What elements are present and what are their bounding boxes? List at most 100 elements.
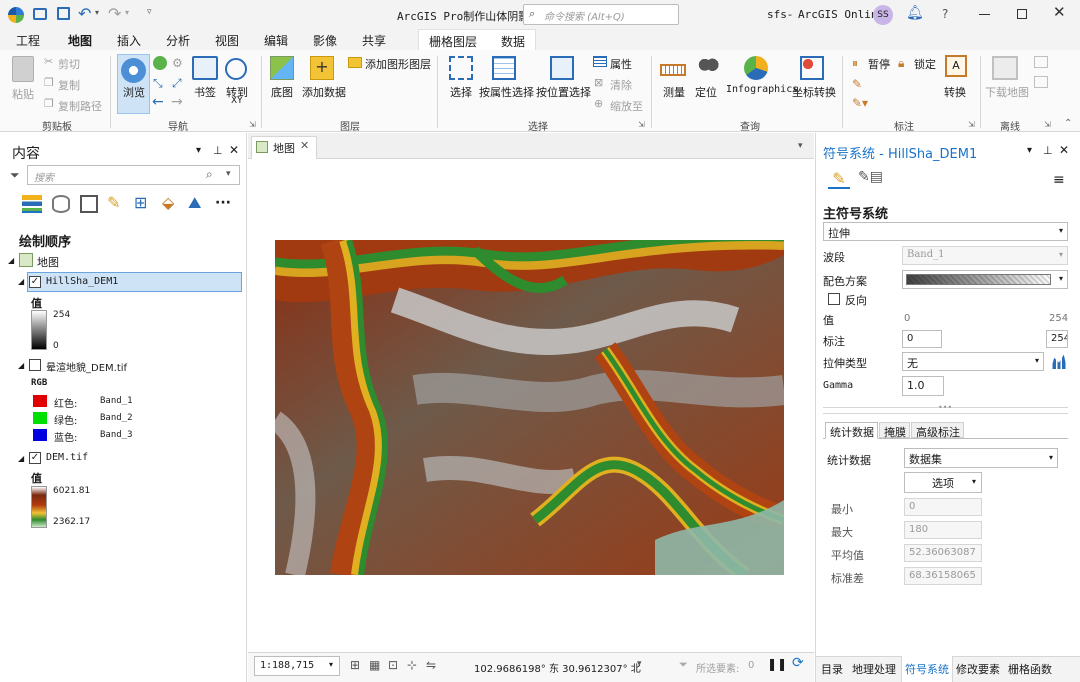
band-dropdown[interactable]: Band_1 ▾ xyxy=(902,246,1068,265)
invert-checkbox[interactable] xyxy=(828,293,840,305)
attributes-button[interactable]: 属性 xyxy=(610,56,632,72)
list-by-source-icon[interactable] xyxy=(52,195,70,213)
forward-icon[interactable]: → xyxy=(171,94,183,110)
clear-selection-button[interactable]: 清除 xyxy=(610,77,632,93)
grid-icon[interactable]: ⊞ xyxy=(350,658,360,672)
vary-symbology-tab-icon[interactable]: ✎▤ xyxy=(858,169,883,189)
pause-drawing-icon[interactable]: ❚❚ xyxy=(767,657,787,671)
navigator-icon[interactable]: ⇋ xyxy=(426,658,436,672)
measure-button[interactable]: 测量 xyxy=(663,84,685,100)
fixed-zoom-in-icon[interactable]: ⤡ xyxy=(153,76,163,91)
sync-icon[interactable] xyxy=(1034,56,1048,68)
label-options-icon[interactable]: ✎▾ xyxy=(852,96,868,110)
pin-icon[interactable]: ⊥ xyxy=(213,144,223,157)
download-map-button[interactable]: 下载地图 xyxy=(985,84,1029,100)
list-by-perspective-icon[interactable]: ⛰ xyxy=(188,193,201,213)
tab-edit[interactable]: 编辑 xyxy=(264,32,288,49)
user-avatar[interactable]: SS xyxy=(873,5,893,25)
app-icon[interactable] xyxy=(8,7,24,23)
back-icon[interactable]: ← xyxy=(152,94,164,110)
close-window-button[interactable]: ✕ xyxy=(1053,3,1066,21)
tab-insert[interactable]: 插入 xyxy=(117,32,141,49)
dialog-launcher-icon[interactable]: ⇲ xyxy=(638,120,645,129)
copy-path-button[interactable]: 复制路径 xyxy=(58,98,102,114)
pane-menu-icon[interactable]: ▾ xyxy=(196,145,201,156)
layer-visibility-checkbox[interactable]: ✓ xyxy=(29,452,41,464)
redo-dropdown-icon[interactable]: ▾ xyxy=(125,8,129,17)
layer-visibility-checkbox[interactable]: ✓ xyxy=(29,276,41,288)
bottom-tab-catalog[interactable]: 目录 xyxy=(821,661,843,677)
layer-name[interactable]: HillSha_DEM1 xyxy=(46,276,118,287)
select-by-location-button[interactable]: 按位置选择 xyxy=(536,84,591,100)
list-by-labeling-icon[interactable]: ⬙ xyxy=(162,193,174,212)
collapse-ribbon-icon[interactable]: ⌃ xyxy=(1064,118,1072,129)
dialog-launcher-icon[interactable]: ⇲ xyxy=(249,120,256,129)
coordinate-format-dropdown[interactable]: ▾ xyxy=(637,659,642,669)
notification-bell-icon[interactable]: 🔔︎ xyxy=(906,5,924,21)
list-by-selection-icon[interactable] xyxy=(80,195,98,213)
bottom-tab-raster-functions[interactable]: 栅格函数 xyxy=(1008,661,1052,677)
bottom-tab-symbology[interactable]: 符号系统 xyxy=(901,656,953,682)
zoom-to-selection-button[interactable]: 缩放至 xyxy=(610,98,643,114)
bookmarks-button[interactable]: 书签 xyxy=(194,84,216,100)
renderer-dropdown[interactable]: 拉伸 ▾ xyxy=(823,222,1068,241)
coordinate-conversion-button[interactable]: 坐标转换 xyxy=(792,84,836,100)
layer-name[interactable]: 晕渲地貌_DEM.tif xyxy=(46,359,127,374)
dialog-launcher-icon[interactable]: ⇲ xyxy=(968,120,975,129)
close-pane-icon[interactable]: ✕ xyxy=(1059,143,1069,157)
full-extent-icon[interactable] xyxy=(153,56,167,70)
help-button[interactable]: ? xyxy=(942,7,948,21)
tab-view[interactable]: 视图 xyxy=(215,32,239,49)
pin-icon[interactable]: ⊥ xyxy=(1043,144,1053,157)
save-icon[interactable] xyxy=(57,7,70,20)
tab-imagery[interactable]: 影像 xyxy=(313,32,337,49)
filter-icon[interactable]: ⏷ xyxy=(679,658,688,672)
expand-icon[interactable]: ◢ xyxy=(8,256,14,265)
more-options-icon[interactable]: ··· xyxy=(215,195,231,211)
portal-name[interactable]: ArcGIS Online xyxy=(798,8,884,21)
add-data-button[interactable]: 添加数据 xyxy=(302,84,346,100)
scale-selector[interactable]: 1:188,715 ▾ xyxy=(254,656,340,676)
chevron-down-icon[interactable]: ▾ xyxy=(226,169,231,179)
convert-labels-button[interactable]: 转换 xyxy=(944,84,966,100)
constraints-icon[interactable]: ⊹ xyxy=(407,658,417,672)
minimize-button[interactable] xyxy=(979,14,990,15)
statistics-dropdown[interactable]: 数据集 ▾ xyxy=(904,448,1058,468)
tab-map[interactable]: 地图 xyxy=(68,32,93,52)
options-button[interactable]: 选项 ▾ xyxy=(904,472,982,493)
select-button[interactable]: 选择 xyxy=(450,84,472,100)
expand-icon[interactable]: ◢ xyxy=(18,454,24,463)
expand-icon[interactable]: ◢ xyxy=(18,361,24,370)
copy-button[interactable]: 复制 xyxy=(58,77,80,93)
expand-icon[interactable]: ◢ xyxy=(18,277,24,286)
tab-list-chevron-icon[interactable]: ▾ xyxy=(798,141,803,151)
tab-data[interactable]: 数据 xyxy=(501,33,525,50)
close-tab-icon[interactable]: ✕ xyxy=(300,139,309,152)
layer-visibility-checkbox[interactable] xyxy=(29,359,41,371)
list-by-drawing-order-icon[interactable] xyxy=(22,195,42,213)
dialog-launcher-icon[interactable]: ⇲ xyxy=(1044,120,1051,129)
lock-labels-button[interactable]: 锁定 xyxy=(914,56,936,72)
previous-extent-icon[interactable]: ⚙ xyxy=(172,56,183,70)
undo-dropdown-icon[interactable]: ▾ xyxy=(95,8,99,17)
hamburger-menu-icon[interactable]: ≡ xyxy=(1053,172,1065,188)
select-by-attributes-button[interactable]: 按属性选择 xyxy=(479,84,534,100)
customize-quick-access-icon[interactable]: ▿ xyxy=(147,7,152,17)
tab-raster-layer[interactable]: 栅格图层 xyxy=(429,33,477,50)
close-pane-icon[interactable]: ✕ xyxy=(229,143,239,157)
tab-analysis[interactable]: 分析 xyxy=(166,32,190,49)
open-project-icon[interactable] xyxy=(33,8,47,20)
list-by-snapping-icon[interactable]: ⊞ xyxy=(134,193,147,212)
pause-labels-button[interactable]: 暂停 xyxy=(868,56,890,72)
bottom-tab-modify-features[interactable]: 修改要素 xyxy=(956,661,1000,677)
infographics-button[interactable]: Infographics xyxy=(726,84,798,95)
filter-icon[interactable]: ⏷ xyxy=(10,168,20,183)
pane-menu-icon[interactable]: ▾ xyxy=(1027,145,1032,156)
primary-symbology-tab-icon[interactable]: ✎ xyxy=(828,169,850,189)
redo-icon[interactable]: ↷ xyxy=(108,4,121,23)
map-node-label[interactable]: 地图 xyxy=(37,254,59,270)
cut-button[interactable]: 剪切 xyxy=(58,56,80,72)
tab-project[interactable]: 工程 xyxy=(16,32,40,49)
terrain-raster[interactable] xyxy=(275,240,784,575)
label-max-input[interactable]: 254 xyxy=(1046,330,1068,348)
